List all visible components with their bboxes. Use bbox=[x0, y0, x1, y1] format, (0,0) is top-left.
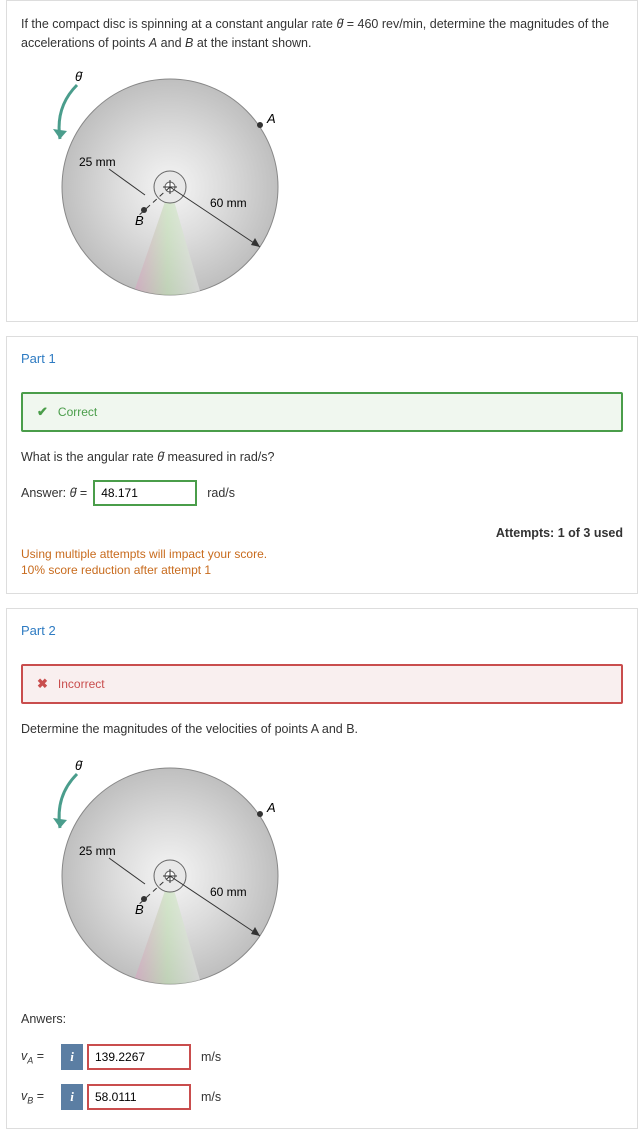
part2-title: Part 2 bbox=[21, 623, 56, 638]
part1-status: ✔ Correct bbox=[21, 392, 623, 432]
problem-text: If the compact disc is spinning at a con… bbox=[21, 15, 623, 53]
svg-text:B: B bbox=[135, 902, 144, 917]
vB-label: vB = bbox=[21, 1089, 55, 1106]
problem-statement: If the compact disc is spinning at a con… bbox=[6, 0, 638, 322]
part1-header: Part 1 bbox=[6, 336, 638, 378]
pA: A bbox=[149, 36, 157, 50]
part1-attempts: Attempts: 1 of 3 used bbox=[21, 526, 623, 540]
svg-text:θ̇: θ̇ bbox=[75, 758, 83, 773]
t4: at the instant shown. bbox=[193, 36, 311, 50]
vB-eq: = bbox=[33, 1089, 44, 1103]
disc-r25: 25 mm bbox=[79, 155, 116, 169]
t1: If the compact disc is spinning at a con… bbox=[21, 17, 336, 31]
part2-header: Part 2 bbox=[6, 608, 638, 650]
part1-body: ✔ Correct What is the angular rate θ̇ me… bbox=[6, 378, 638, 595]
disc-r60: 60 mm bbox=[210, 196, 247, 210]
vA-eq: = bbox=[33, 1049, 44, 1063]
q1a: What is the angular rate bbox=[21, 450, 157, 464]
disc-point-a: A bbox=[266, 111, 276, 126]
q1b: measured in rad/s? bbox=[164, 450, 274, 464]
part1-status-text: Correct bbox=[58, 405, 97, 419]
part2-rowA: vA = i m/s bbox=[21, 1044, 623, 1070]
vB-input[interactable] bbox=[87, 1084, 191, 1110]
al1: Answer: bbox=[21, 486, 70, 500]
vB-unit: m/s bbox=[201, 1090, 221, 1104]
disc-theta-label: θ̇ bbox=[75, 69, 83, 84]
part1-unit: rad/s bbox=[207, 486, 235, 500]
part1-title: Part 1 bbox=[21, 351, 56, 366]
vA-unit: m/s bbox=[201, 1050, 221, 1064]
q1theta: θ̇ bbox=[157, 450, 164, 464]
disc-figure-2: θ̇ A B 25 mm 60 mm bbox=[21, 752, 623, 996]
svg-text:A: A bbox=[266, 800, 276, 815]
part1-answer-label: Answer: θ̇ = bbox=[21, 486, 87, 500]
svg-text:25 mm: 25 mm bbox=[79, 844, 116, 858]
part1-input[interactable] bbox=[93, 480, 197, 506]
part2-status: ✖ Incorrect bbox=[21, 664, 623, 704]
part1-answer-row: Answer: θ̇ = rad/s bbox=[21, 480, 623, 506]
part1-question: What is the angular rate θ̇ measured in … bbox=[21, 450, 623, 464]
info-icon[interactable]: i bbox=[61, 1044, 83, 1070]
disc-figure: θ̇ A B 25 mm 60 mm bbox=[21, 63, 623, 307]
part2-question: Determine the magnitudes of the velociti… bbox=[21, 722, 623, 736]
part1-warn2: 10% score reduction after attempt 1 bbox=[21, 562, 623, 579]
info-icon[interactable]: i bbox=[61, 1084, 83, 1110]
part2-status-text: Incorrect bbox=[58, 677, 105, 691]
part2-rowB: vB = i m/s bbox=[21, 1084, 623, 1110]
part2-body: ✖ Incorrect Determine the magnitudes of … bbox=[6, 650, 638, 1129]
al3: = bbox=[76, 486, 87, 500]
check-icon: ✔ bbox=[37, 404, 48, 420]
disc-point-b: B bbox=[135, 213, 144, 228]
vA-label: vA = bbox=[21, 1049, 55, 1066]
vA-input[interactable] bbox=[87, 1044, 191, 1070]
part1-warn1: Using multiple attempts will impact your… bbox=[21, 546, 623, 563]
answers-label: Anwers: bbox=[21, 1012, 623, 1026]
t3: and bbox=[157, 36, 185, 50]
x-icon: ✖ bbox=[37, 676, 48, 692]
svg-text:60 mm: 60 mm bbox=[210, 885, 247, 899]
